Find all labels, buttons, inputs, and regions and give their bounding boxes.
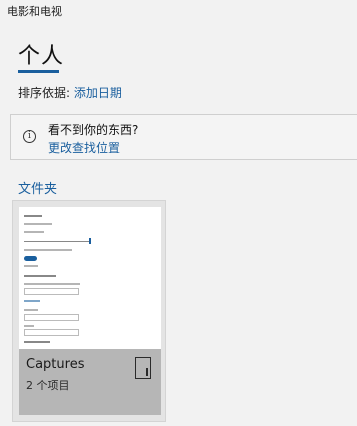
change-locations-link[interactable]: 更改查找位置: [48, 139, 120, 156]
thumb-line: [24, 215, 42, 217]
window-title: 电影和电视: [7, 5, 62, 18]
thumb-field: [24, 329, 79, 336]
thumb-line: [24, 341, 50, 343]
thumb-field: [24, 314, 79, 321]
notice-title: 看不到你的东西?: [48, 123, 139, 137]
folder-item-count: 2 个项目: [26, 379, 70, 392]
sort-by-dropdown[interactable]: 添加日期: [74, 86, 122, 100]
thumb-line: [24, 275, 56, 277]
folder-thumbnail: [19, 207, 161, 349]
pivot-active-indicator: [18, 70, 59, 73]
thumb-link: [24, 300, 40, 302]
info-icon: i: [23, 130, 36, 143]
pivot-tab-personal[interactable]: 个人: [18, 38, 64, 70]
thumb-line: [24, 265, 38, 267]
thumb-slider: [24, 241, 90, 242]
thumb-line: [24, 249, 72, 251]
sort-row: 排序依据: 添加日期: [18, 84, 122, 101]
folder-info-panel: Captures 2 个项目: [19, 349, 161, 415]
missing-content-notice: i 看不到你的东西? 更改查找位置: [10, 114, 357, 160]
thumb-line: [24, 231, 44, 233]
thumb-line: [24, 283, 80, 285]
thumb-toggle: [24, 256, 37, 261]
thumb-line: [24, 325, 34, 327]
thumb-line: [24, 223, 52, 225]
folder-icon: [135, 357, 151, 379]
thumb-field: [24, 288, 79, 295]
folders-section-title: 文件夹: [18, 182, 58, 197]
folder-name: Captures: [26, 357, 85, 372]
thumb-slider-knob: [89, 238, 91, 244]
thumb-line: [24, 309, 38, 311]
folder-tile-captures[interactable]: Captures 2 个项目: [12, 200, 166, 422]
sort-label: 排序依据:: [18, 86, 71, 100]
